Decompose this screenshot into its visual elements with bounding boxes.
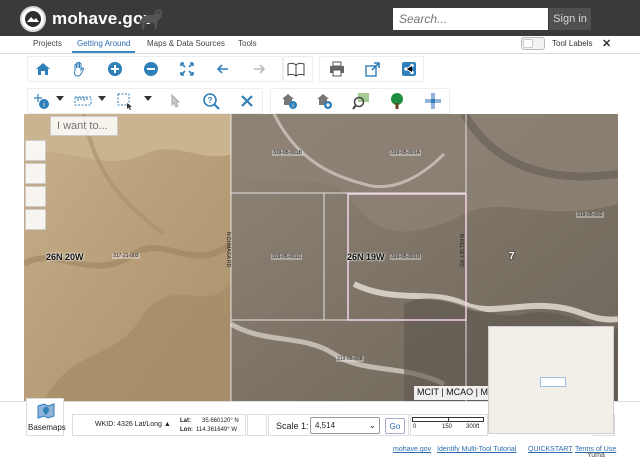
parcel-label: 319-05-001B [272, 150, 303, 156]
parcel-label: 319-05-001C [271, 254, 303, 260]
scale-bar-label: 150 [442, 424, 453, 430]
go-button[interactable]: Go [385, 418, 405, 434]
footer-link-quickstart[interactable]: QUICKSTART [528, 446, 572, 453]
measure-icon[interactable] [72, 90, 94, 112]
scale-bar-label: 0 [413, 424, 417, 430]
footer-link-tutorial[interactable]: Identify Multi-Tool Tutorial [437, 446, 516, 453]
header-bar: mohave.gov Sign in [0, 0, 640, 36]
select-icon[interactable] [114, 90, 136, 112]
zoom-to-icon[interactable] [350, 90, 372, 112]
map-home-button[interactable] [25, 186, 46, 207]
scale-label: Scale 1: [276, 421, 309, 431]
search-input[interactable] [393, 8, 548, 30]
query-tool-group [27, 88, 263, 114]
parcel-home-icon[interactable]: i [278, 90, 300, 112]
clear-select-icon[interactable] [164, 90, 186, 112]
svg-text:i: i [292, 104, 293, 110]
close-icon[interactable]: ✕ [602, 37, 611, 50]
toolbar-navigation [0, 54, 640, 86]
township-label: 26N 19W [347, 252, 385, 262]
crosshair-icon[interactable] [422, 90, 444, 112]
parcel-label: 319-05-001D [390, 254, 422, 260]
parcel-label: 319-05-001A [390, 150, 421, 156]
coordinate-spacer [247, 414, 267, 436]
identify-dropdown-chevron-icon[interactable] [56, 96, 64, 101]
toggle-knob [523, 39, 533, 48]
export-icon[interactable] [362, 58, 384, 80]
print-icon[interactable] [326, 58, 348, 80]
select-dropdown-chevron-icon[interactable] [144, 96, 152, 101]
lat-label: Lat: [180, 418, 191, 424]
tree-icon[interactable] [386, 90, 408, 112]
chevron-down-icon: ⌄ [369, 421, 376, 430]
clear-icon[interactable] [236, 90, 258, 112]
tab-projects[interactable]: Projects [33, 39, 62, 48]
parcel-label: 317-21-003 [112, 253, 140, 259]
bighorn-sheep-icon [139, 9, 163, 29]
home-icon[interactable] [32, 58, 54, 80]
parcel-label: 319-05-002 [576, 212, 604, 218]
sign-in-button[interactable]: Sign in [549, 8, 591, 30]
map-zoom-out-button[interactable] [25, 163, 46, 184]
parcel-number: 7 [509, 251, 515, 262]
tab-getting-around[interactable]: Getting Around [77, 39, 130, 48]
tool-labels-toggle[interactable] [521, 37, 545, 50]
scale-bar-label: 300ft [466, 424, 480, 430]
previous-extent-icon[interactable] [212, 58, 234, 80]
pan-hand-icon[interactable] [68, 58, 90, 80]
full-extent-icon[interactable] [176, 58, 198, 80]
measure-dropdown-chevron-icon[interactable] [98, 96, 106, 101]
active-tab-indicator [72, 51, 135, 53]
scale-bar [412, 417, 484, 422]
township-label: 26N 20W [46, 252, 84, 262]
help-icon[interactable]: ? [200, 90, 222, 112]
lat-value: 35.660120° N [202, 418, 239, 424]
overview-extent-box[interactable] [540, 377, 566, 387]
basemaps-label: Basemaps [28, 423, 66, 432]
parcel-label: 319-05-008 [336, 356, 364, 362]
scale-bar-tick [448, 418, 449, 422]
basemap-icon [37, 403, 55, 419]
app-window: mohave.gov Sign in Projects Getting Arou… [0, 0, 640, 460]
site-logo[interactable]: mohave.gov [20, 6, 153, 32]
svg-text:?: ? [208, 96, 213, 105]
tool-labels-label: Tool Labels [552, 39, 593, 48]
lon-value: 114.361649° W [196, 427, 237, 433]
overview-place-label: Yuma [587, 452, 605, 459]
county-seal-icon [20, 6, 46, 32]
zoom-out-icon[interactable] [140, 58, 162, 80]
bookmarks-icon[interactable] [285, 58, 307, 80]
road-label: N KELSEY RD [458, 234, 464, 267]
map-locate-button[interactable] [25, 209, 46, 230]
road-label: N DUMAGA RD [225, 232, 231, 268]
lon-label: Lon: [180, 427, 193, 433]
tab-tools[interactable]: Tools [238, 39, 257, 48]
identify-icon[interactable]: i [30, 90, 52, 112]
parcel-search-icon[interactable] [313, 90, 335, 112]
footer-link-mohave[interactable]: mohave.gov [393, 446, 431, 453]
share-icon[interactable] [398, 58, 420, 80]
zoom-in-icon[interactable] [104, 58, 126, 80]
overview-map[interactable] [488, 326, 614, 434]
map-zoom-in-button[interactable] [25, 140, 46, 161]
tab-maps-data-sources[interactable]: Maps & Data Sources [147, 39, 225, 48]
i-want-to-menu[interactable] [50, 116, 118, 136]
next-extent-icon[interactable] [248, 58, 270, 80]
wkid-selector[interactable]: WKID: 4326 Lat/Long ▲ [95, 421, 171, 428]
